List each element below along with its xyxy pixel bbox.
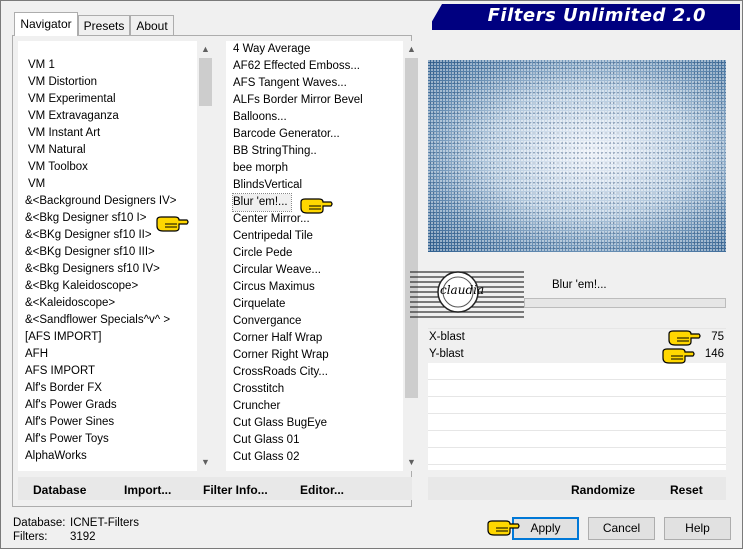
list-item[interactable]: &<BKg Designer sf10 III> [25,244,155,261]
list-item[interactable]: &<Sandflower Specials^v^ > [25,312,170,329]
param-value: 146 [704,348,724,360]
list-item[interactable]: VM Instant Art [28,125,100,142]
scroll-down-icon[interactable]: ▼ [197,454,214,471]
list-item[interactable]: VM Extravaganza [28,108,119,125]
list-item[interactable]: &<Bkg Designer sf10 I> [25,210,146,227]
list-item[interactable]: &<Kaleidoscope> [25,295,115,312]
database-button[interactable]: Database [33,482,86,498]
editor-button[interactable]: Editor... [300,482,344,498]
tab-navigator[interactable]: Navigator [14,12,78,36]
reset-button[interactable]: Reset [670,482,703,498]
tab-presets[interactable]: Presets [78,15,130,35]
filter-list[interactable]: 4 Way Average AF62 Effected Emboss... AFS … [226,41,420,471]
list-item[interactable]: Crosstitch [233,381,284,398]
pointing-hand-icon [300,198,333,214]
list-item[interactable]: Cirquelate [233,296,285,313]
list-item[interactable]: &<Background Designers IV> [25,193,177,210]
list-item[interactable]: Blur 'em!... [232,193,292,212]
list-item[interactable]: [AFS IMPORT] [25,329,101,346]
list-item[interactable]: Circle Pede [233,245,292,262]
list-item[interactable]: AFH [25,346,48,363]
pointing-hand-icon [662,348,695,364]
list-item[interactable]: Centripedal Tile [233,228,313,245]
list-item[interactable]: &<Bkg Kaleidoscope> [25,278,138,295]
list-item[interactable]: Cut Glass 02 [233,449,299,466]
list-item[interactable]: Cut Glass BugEye [233,415,327,432]
filter-scrollbar[interactable]: ▲ ▼ [403,41,420,471]
list-item[interactable]: Circular Weave... [233,262,321,279]
title-banner: Filters Unlimited 2.0 [432,4,740,30]
window-title: Filters Unlimited 2.0 [487,5,706,26]
list-item[interactable]: Alf's Power Toys [25,431,109,448]
param-name: X-blast [429,331,465,343]
list-item[interactable]: AlphaWorks [25,448,87,465]
list-item[interactable]: AF62 Effected Emboss... [233,58,360,75]
scroll-up-icon[interactable]: ▲ [403,41,420,58]
list-item[interactable]: VM Experimental [28,91,116,108]
list-item[interactable]: &<Bkg Designers sf10 IV> [25,261,160,278]
filter-preview-image [428,60,726,252]
list-item[interactable]: VM [28,176,45,193]
list-item[interactable]: Cut Glass 01 [233,432,299,449]
list-item[interactable]: Corner Half Wrap [233,330,322,347]
list-item[interactable]: Alf's Power Grads [25,397,117,414]
tab-about[interactable]: About [130,15,174,35]
list-item[interactable]: VM Toolbox [28,159,88,176]
render-progress-bar [524,298,726,308]
list-item[interactable]: VM Distortion [28,74,97,91]
list-item[interactable]: Alf's Border FX [25,380,102,397]
watermark-logo: claudia [410,268,524,320]
filters-count-value: 3192 [70,531,96,543]
list-item[interactable]: BB StringThing.. [233,143,317,160]
list-item[interactable]: Convergance [233,313,301,330]
list-item[interactable]: AFS IMPORT [25,363,95,380]
pointing-hand-icon [156,216,189,232]
category-scrollbar[interactable]: ▲ ▼ [197,41,214,471]
list-item[interactable]: Cruncher [233,398,280,415]
list-item[interactable]: BlindsVertical [233,177,302,194]
list-item[interactable]: 4 Way Average [233,41,310,58]
list-item[interactable]: Corner Right Wrap [233,347,329,364]
list-item[interactable]: bee morph [233,160,288,177]
watermark-text: claudia [440,283,485,297]
filters-count-label: Filters: [13,531,48,543]
filter-info-button[interactable]: Filter Info... [203,482,268,498]
database-value: ICNET-Filters [70,517,139,529]
scroll-up-icon[interactable]: ▲ [197,41,214,58]
cancel-button[interactable]: Cancel [588,517,655,540]
list-item[interactable]: AFS Tangent Waves... [233,75,347,92]
pointing-hand-icon [668,330,701,346]
list-item[interactable]: VM 1 [28,57,55,74]
randomize-button[interactable]: Randomize [571,482,635,498]
scroll-down-icon[interactable]: ▼ [403,454,420,471]
list-item[interactable]: ALFs Border Mirror Bevel [233,92,363,109]
list-item[interactable]: Barcode Generator... [233,126,340,143]
help-button[interactable]: Help [664,517,731,540]
param-value: 75 [711,331,724,343]
apply-button[interactable]: Apply [512,517,579,540]
list-item[interactable]: Alf's Power Sines [25,414,114,431]
scroll-thumb[interactable] [199,58,212,106]
list-item[interactable]: VM Natural [28,142,86,159]
import-button[interactable]: Import... [124,482,171,498]
param-name: Y-blast [429,348,464,360]
list-item[interactable]: Circus Maximus [233,279,315,296]
category-list[interactable]: VM 1 VM Distortion VM Experimental VM Extra… [18,41,214,471]
list-item[interactable]: Balloons... [233,109,287,126]
list-item[interactable]: &<BKg Designer sf10 II> [25,227,152,244]
database-label: Database: [13,517,66,529]
selected-filter-name: Blur 'em!... [552,279,607,291]
pointing-hand-icon [487,520,520,536]
list-item[interactable]: CrossRoads City... [233,364,328,381]
scroll-thumb[interactable] [405,58,418,398]
